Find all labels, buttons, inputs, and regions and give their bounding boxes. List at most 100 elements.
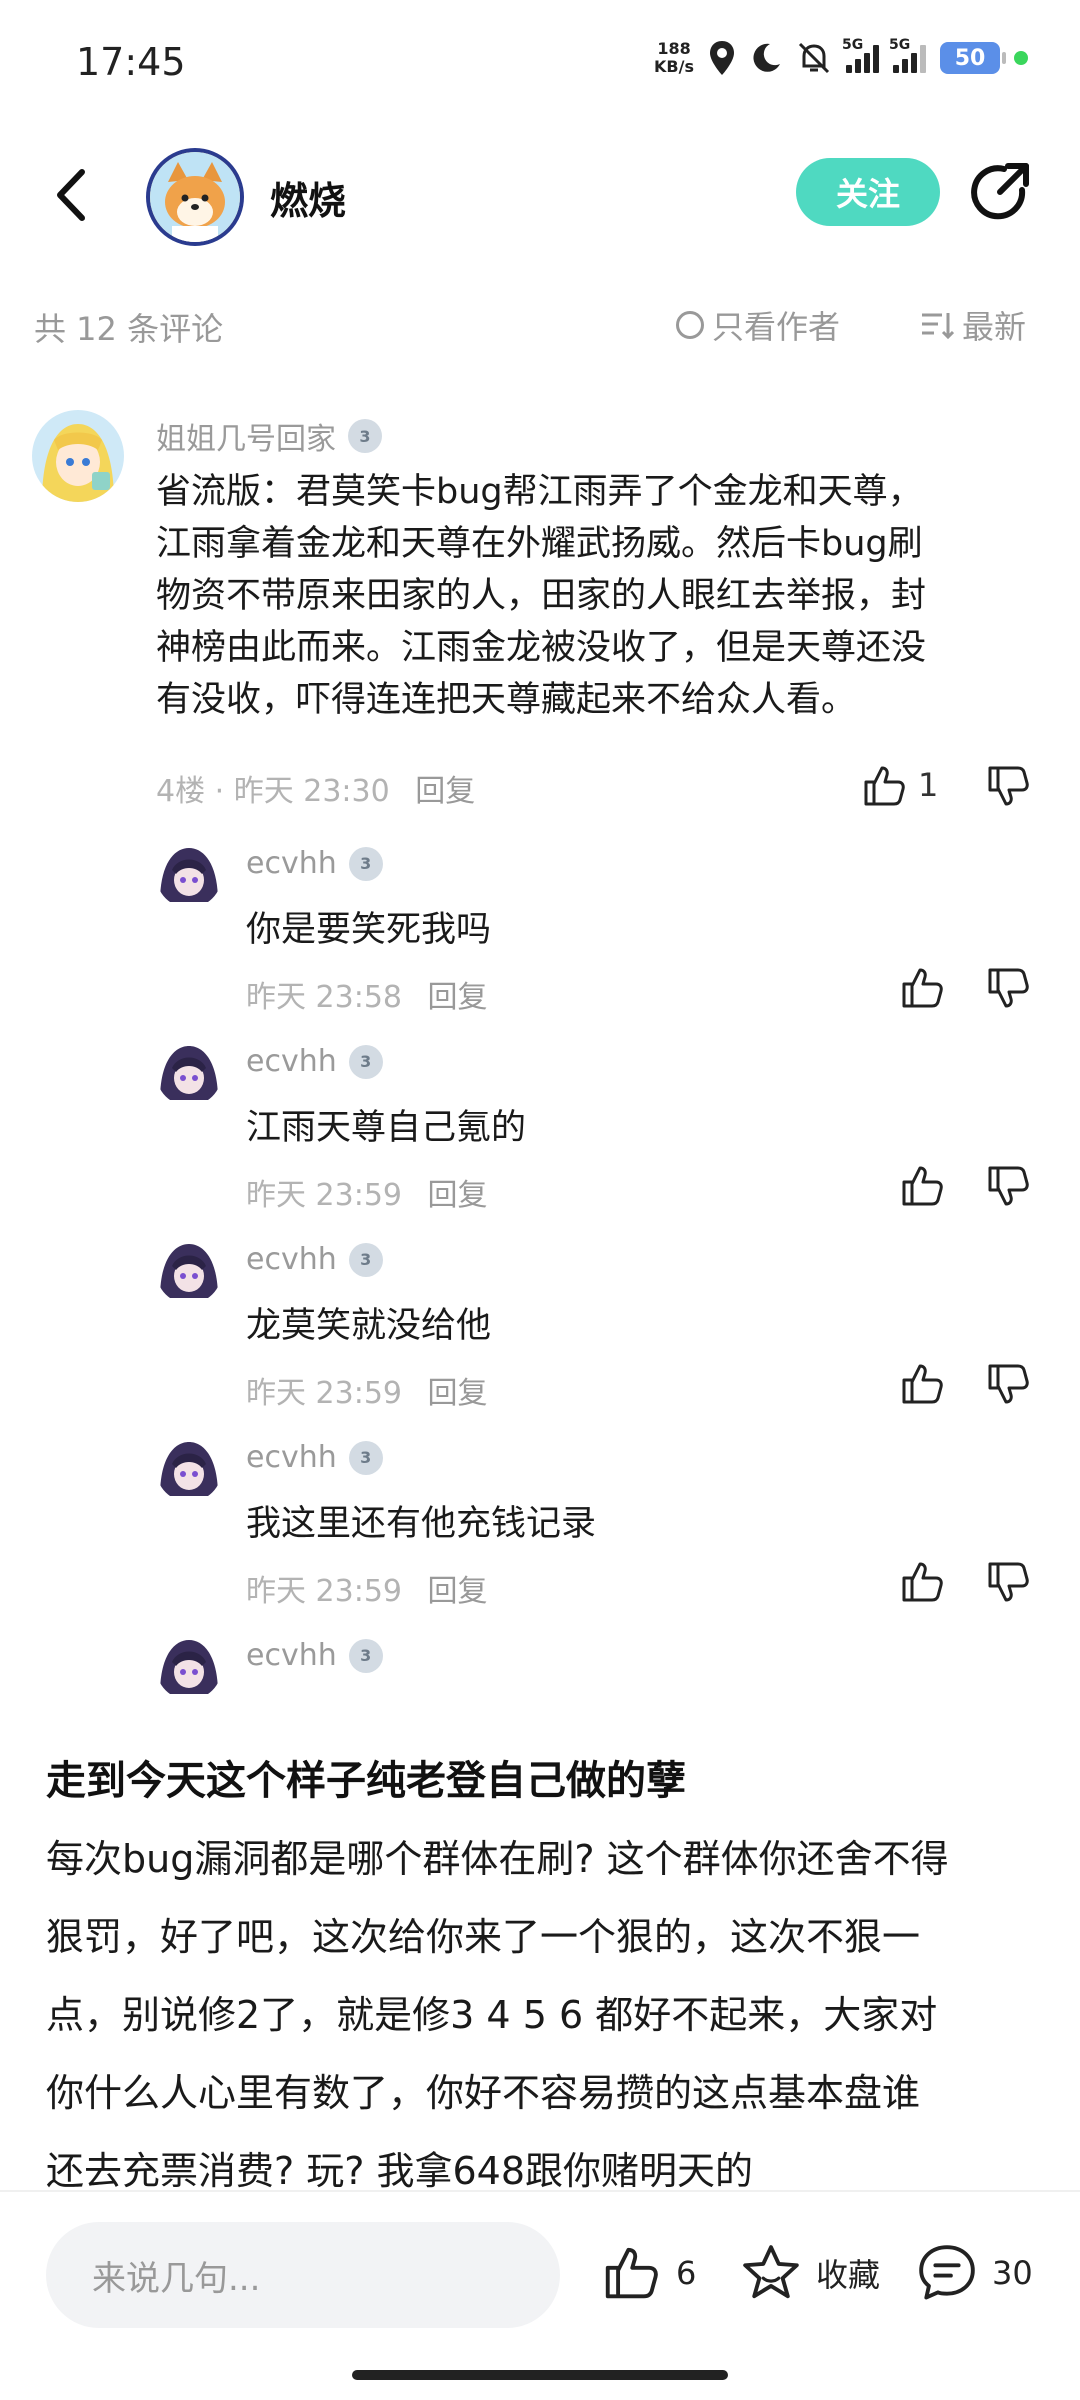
- comment-time: 昨天 23:30: [233, 774, 390, 809]
- reply-author-name: ecvhh: [246, 1638, 337, 1673]
- comment-line: 有没收，吓得连连把天尊藏起来不给众人看。: [156, 680, 857, 720]
- thumbs-up-icon: [605, 2247, 658, 2299]
- comment-line: 物资不带原来田家的人，田家的人眼红去举报，封: [156, 576, 927, 616]
- thumbs-down-icon[interactable]: [984, 1162, 1032, 1210]
- comment-bubble-icon: [919, 2245, 975, 2300]
- reply-time: 昨天 23:59: [246, 1574, 402, 1609]
- star-icon: [743, 2245, 799, 2299]
- thumbs-up-icon[interactable]: [898, 1360, 946, 1408]
- reply-button[interactable]: 回复: [428, 980, 488, 1015]
- sort-icon: [922, 313, 954, 340]
- privacy-indicator: [1014, 51, 1028, 65]
- reply-author: ecvhh 3: [246, 1440, 383, 1475]
- follow-button[interactable]: 关注: [796, 158, 940, 226]
- floor-number: 4楼: [156, 774, 206, 809]
- comment-input[interactable]: 来说几句...: [46, 2222, 560, 2328]
- post-body: 每次bug漏洞都是哪个群体在刷? 这个群体你还舍不得 狠罚，好了吧，这次给你来了…: [46, 1820, 1036, 2210]
- net-speed: 188 KB/s: [654, 40, 694, 76]
- sort-label: 最新: [962, 308, 1027, 346]
- comment-meta: 4楼 · 昨天 23:30 回复: [156, 774, 476, 809]
- reply-avatar[interactable]: [156, 842, 222, 908]
- thumbs-down-icon[interactable]: [984, 1558, 1032, 1606]
- post-line: 每次bug漏洞都是哪个群体在刷? 这个群体你还舍不得: [46, 1837, 949, 1881]
- share-icon[interactable]: [968, 160, 1034, 226]
- reply-text: 江雨天尊自己氪的: [246, 1108, 527, 1148]
- comment-author: 姐姐几号回家 3: [156, 414, 382, 458]
- comment-line: 神榜由此而来。江雨金龙被没收了，但是天尊还没: [156, 628, 927, 668]
- comment-text: 省流版：君莫笑卡bug帮江雨弄了个金龙和天尊， 江雨拿着金龙和天尊在外耀武扬威。…: [156, 466, 1056, 726]
- divider: [0, 2190, 1080, 2192]
- comment-count-bottom: 30: [992, 2254, 1033, 2292]
- level-badge: 3: [348, 1638, 383, 1673]
- thumbs-down-icon[interactable]: [984, 964, 1032, 1012]
- reply-avatar[interactable]: [156, 1040, 222, 1106]
- radio-icon: [676, 311, 704, 339]
- post-line: 点，别说修2了，就是修3 4 5 6 都好不起来，大家对: [46, 1993, 938, 2037]
- dark-hair-avatar-icon: [156, 1040, 222, 1106]
- reply-meta: 昨天 23:58 回复: [246, 972, 488, 1016]
- only-author-toggle[interactable]: 只看作者: [676, 302, 840, 348]
- reply-avatar[interactable]: [156, 1436, 222, 1502]
- level-badge: 3: [348, 1242, 383, 1277]
- reply-button[interactable]: 回复: [428, 1574, 488, 1609]
- thumbs-up-icon[interactable]: [898, 1558, 946, 1606]
- status-time: 17:45: [76, 40, 186, 84]
- location-icon: [710, 41, 734, 75]
- home-indicator[interactable]: [352, 2370, 728, 2380]
- post-line: 还去充票消费? 玩? 我拿648跟你赌明天的: [46, 2149, 754, 2193]
- post-line: 狠罚，好了吧，这次给你来了一个狠的，这次不狠一: [46, 1915, 921, 1959]
- comment-count: 共 12 条评论: [34, 310, 224, 348]
- reply-avatar[interactable]: [156, 1634, 222, 1700]
- signal-sim2-icon: 5G: [889, 37, 926, 73]
- like-button[interactable]: 6: [600, 2242, 696, 2304]
- thumbs-down-icon[interactable]: [984, 762, 1032, 810]
- thumbs-up-icon[interactable]: [898, 964, 946, 1012]
- reply-meta: 昨天 23:59 回复: [246, 1368, 488, 1412]
- comments-button[interactable]: 30: [916, 2242, 1033, 2304]
- battery-icon: 50: [940, 42, 1006, 74]
- reply-button[interactable]: 回复: [415, 774, 475, 809]
- reply-button[interactable]: 回复: [428, 1178, 488, 1213]
- level-badge: 3: [348, 1440, 383, 1475]
- status-icons: 188 KB/s 5G 5G 50: [654, 37, 1028, 76]
- reply-text: 你是要笑死我吗: [246, 910, 492, 950]
- moon-icon: [753, 43, 780, 72]
- reply-avatar[interactable]: [156, 1238, 222, 1304]
- thumbs-up-icon[interactable]: [898, 1162, 946, 1210]
- comment-line: 省流版：君莫笑卡bug帮江雨弄了个金龙和天尊，: [156, 472, 923, 512]
- level-badge: 3: [348, 846, 383, 881]
- favorite-button[interactable]: 收藏: [740, 2242, 880, 2304]
- level-badge: 3: [348, 1044, 383, 1079]
- only-author-label: 只看作者: [712, 308, 841, 346]
- author-avatar[interactable]: [146, 148, 244, 246]
- favorite-label: 收藏: [816, 2256, 881, 2294]
- net-speed-unit: KB/s: [654, 57, 694, 76]
- reply-button[interactable]: 回复: [428, 1376, 488, 1411]
- reply-author-name: ecvhh: [246, 1242, 337, 1277]
- reply-author: ecvhh 3: [246, 1638, 383, 1673]
- reply-text: 龙莫笑就没给他: [246, 1306, 492, 1346]
- reply-author: ecvhh 3: [246, 1044, 383, 1079]
- back-icon[interactable]: [52, 160, 92, 230]
- signal-sim1-icon: 5G: [842, 37, 879, 73]
- anime-girl-avatar-icon: [32, 410, 124, 502]
- shiba-dog-icon: [150, 152, 240, 242]
- mute-bell-icon: [798, 42, 830, 74]
- thumbs-down-icon[interactable]: [984, 1360, 1032, 1408]
- thumbs-up-icon[interactable]: [860, 762, 908, 810]
- post-title: 走到今天这个样子纯老登自己做的孽: [46, 1758, 686, 1804]
- reply-time: 昨天 23:58: [246, 980, 402, 1015]
- reply-author-name: ecvhh: [246, 846, 337, 881]
- comment-avatar[interactable]: [32, 410, 124, 502]
- comment-line: 江雨拿着金龙和天尊在外耀武扬威。然后卡bug刷: [156, 524, 923, 564]
- reply-meta: 昨天 23:59 回复: [246, 1170, 488, 1214]
- like-count: 6: [676, 2254, 697, 2292]
- level-badge: 3: [348, 419, 382, 453]
- sim1-label: 5G: [842, 37, 864, 53]
- comment-author-name: 姐姐几号回家: [156, 422, 336, 457]
- sort-button[interactable]: 最新: [920, 302, 1026, 348]
- dark-hair-avatar-icon: [156, 1634, 222, 1700]
- reply-time: 昨天 23:59: [246, 1178, 402, 1213]
- net-speed-value: 188: [657, 39, 691, 58]
- post-line: 你什么人心里有数了，你好不容易攒的这点基本盘谁: [46, 2071, 921, 2115]
